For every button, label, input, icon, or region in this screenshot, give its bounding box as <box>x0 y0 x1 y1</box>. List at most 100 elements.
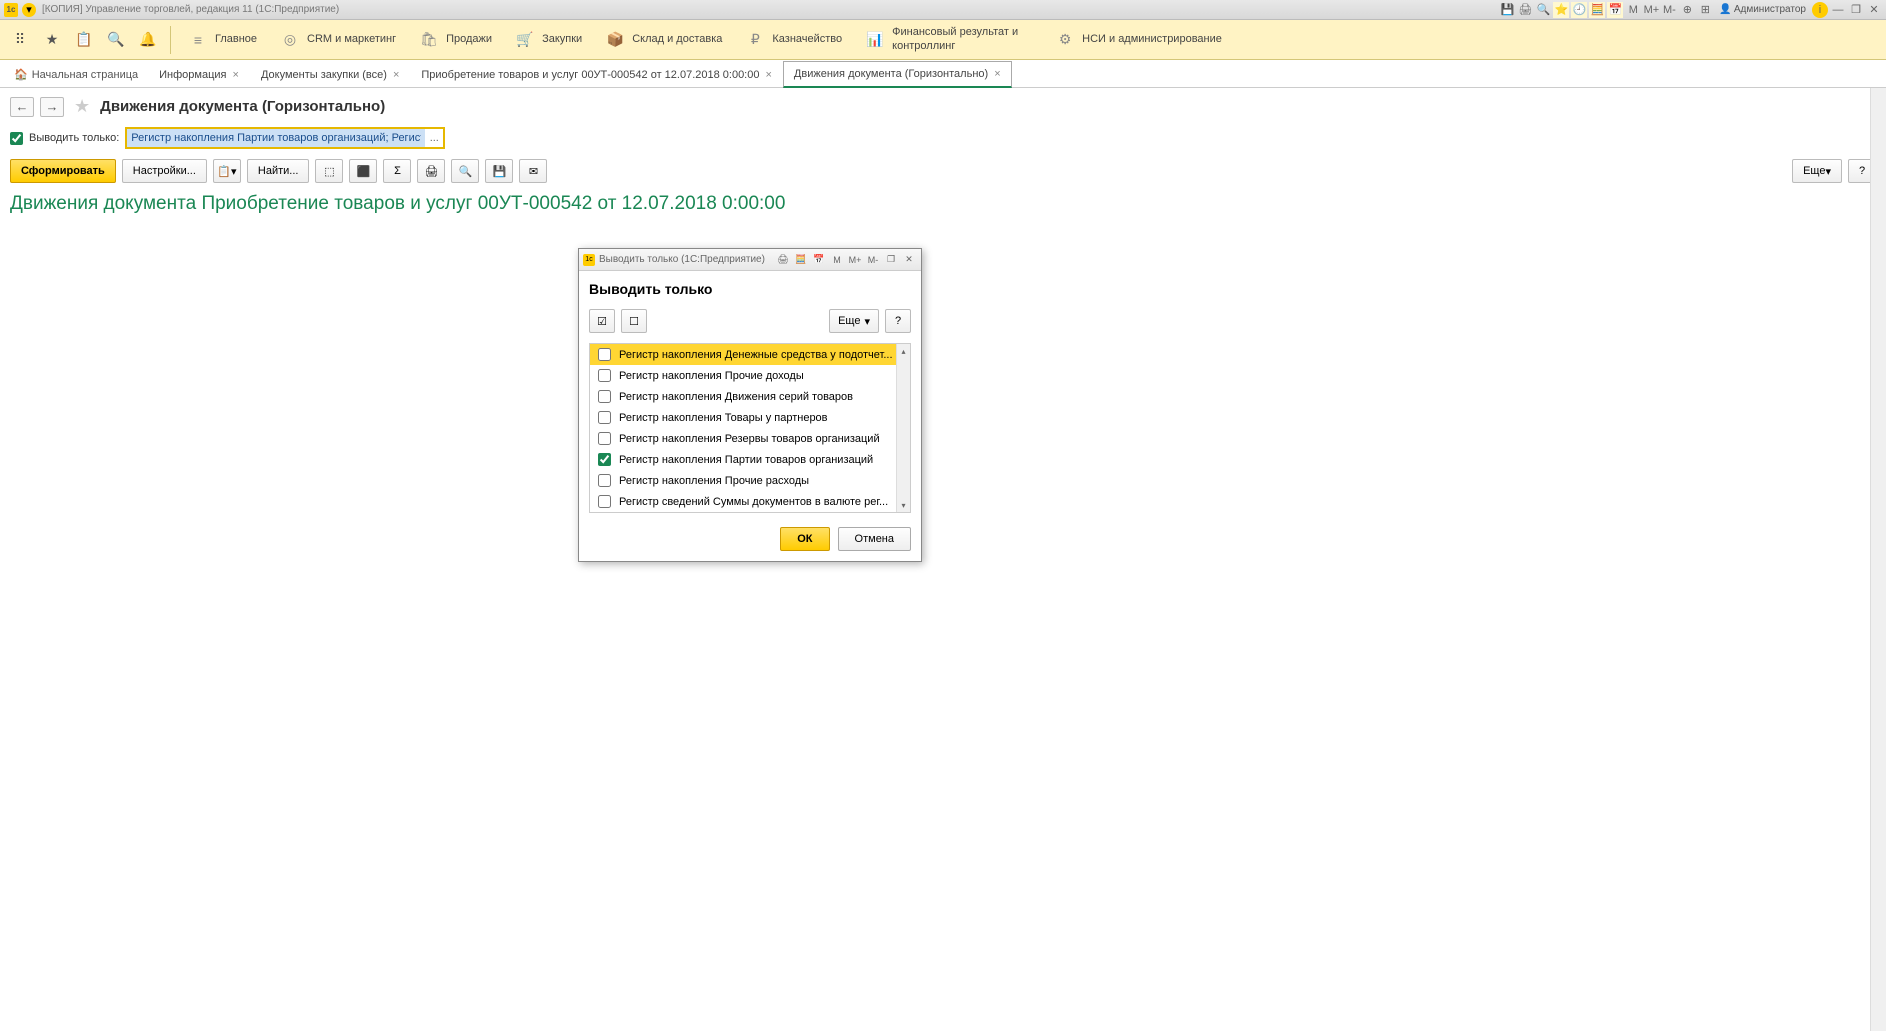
list-checkbox[interactable] <box>598 369 611 382</box>
list-item[interactable]: Регистр сведений Суммы документов в валю… <box>590 491 910 512</box>
list-item[interactable]: Регистр накопления Денежные средства у п… <box>590 344 910 365</box>
modal-m-plus-icon[interactable]: M+ <box>847 253 863 267</box>
close-icon[interactable]: × <box>393 69 399 81</box>
scrollbar-vertical[interactable] <box>1870 88 1886 1031</box>
close-window-icon[interactable]: ✕ <box>1866 2 1882 18</box>
list-checkbox[interactable] <box>598 411 611 424</box>
favorites-icon[interactable]: ⭐ <box>1553 2 1569 18</box>
modal-titlebar: 1c Выводить только (1С:Предприятие) 🖨 🧮 … <box>579 249 921 271</box>
tab-documents[interactable]: Документы закупки (все)× <box>250 62 410 87</box>
tab-bar: 🏠 Начальная страница Информация× Докумен… <box>0 60 1886 88</box>
list-item[interactable]: Регистр накопления Товары у партнеров <box>590 407 910 428</box>
section-main[interactable]: ≡Главное <box>177 20 269 59</box>
calendar-icon[interactable]: 📅 <box>1607 2 1623 18</box>
preview-button[interactable]: 🔍 <box>451 159 479 183</box>
section-warehouse[interactable]: 📦Склад и доставка <box>594 20 734 59</box>
output-only-checkbox[interactable] <box>10 132 23 145</box>
mail-button[interactable]: ✉ <box>519 159 547 183</box>
save-icon[interactable]: 💾 <box>1499 2 1515 18</box>
find-button[interactable]: Найти... <box>247 159 310 183</box>
search-icon[interactable]: 🔍 <box>104 28 128 52</box>
info-icon[interactable]: i <box>1812 2 1828 18</box>
list-item-label: Регистр накопления Резервы товаров орган… <box>619 433 880 445</box>
section-finance[interactable]: 📊Финансовый результат и контроллинг <box>854 20 1044 59</box>
list-item[interactable]: Регистр накопления Резервы товаров орган… <box>590 428 910 449</box>
tab-movements[interactable]: Движения документа (Горизонтально)× <box>783 61 1012 88</box>
settings-button[interactable]: Настройки... <box>122 159 207 183</box>
list-checkbox[interactable] <box>598 432 611 445</box>
list-item[interactable]: Регистр накопления Прочие расходы <box>590 470 910 491</box>
expand-button[interactable]: ⬚ <box>315 159 343 183</box>
modal-calc-icon[interactable]: 🧮 <box>793 253 809 267</box>
m-plus-icon[interactable]: M+ <box>1643 2 1659 18</box>
section-sales[interactable]: 🛍Продажи <box>408 20 504 59</box>
section-purchases[interactable]: 🛒Закупки <box>504 20 594 59</box>
ok-button[interactable]: ОК <box>780 527 829 551</box>
tab-info[interactable]: Информация× <box>148 62 250 87</box>
more-button[interactable]: Еще ▾ <box>1792 159 1842 183</box>
list-item[interactable]: Регистр накопления Прочие доходы <box>590 365 910 386</box>
gear-icon: ⚙ <box>1056 31 1074 49</box>
print-icon[interactable]: 🖨 <box>1517 2 1533 18</box>
list-item[interactable]: Регистр накопления Партии товаров органи… <box>590 449 910 470</box>
check-all-button[interactable]: ☑ <box>589 309 615 333</box>
modal-m-minus-icon[interactable]: M- <box>865 253 881 267</box>
restore-icon[interactable]: ❐ <box>1848 2 1864 18</box>
list-checkbox[interactable] <box>598 495 611 508</box>
filter-input-wrap: ... <box>125 127 445 149</box>
section-crm[interactable]: ◎CRM и маркетинг <box>269 20 408 59</box>
scroll-down-icon[interactable]: ▾ <box>897 498 910 512</box>
calculator-icon[interactable]: 🧮 <box>1589 2 1605 18</box>
collapse-button[interactable]: ⬛ <box>349 159 377 183</box>
close-icon[interactable]: × <box>765 69 771 81</box>
favorite-star-icon[interactable]: ★ <box>74 96 90 117</box>
grid-icon[interactable]: ⊞ <box>1697 2 1713 18</box>
list-checkbox[interactable] <box>598 474 611 487</box>
modal-dialog: 1c Выводить только (1С:Предприятие) 🖨 🧮 … <box>578 248 922 562</box>
tab-label: Приобретение товаров и услуг 00УТ-000542… <box>421 69 759 81</box>
list-item[interactable]: Регистр накопления Движения серий товаро… <box>590 386 910 407</box>
sum-button[interactable]: Σ <box>383 159 411 183</box>
list-scrollbar[interactable]: ▴▾ <box>896 344 910 512</box>
modal-more-button[interactable]: Еще ▾ <box>829 309 879 333</box>
modal-m-icon[interactable]: M <box>829 253 845 267</box>
filter-more-button[interactable]: ... <box>425 132 443 144</box>
print-button[interactable]: 🖨 <box>417 159 445 183</box>
close-icon[interactable]: × <box>994 68 1000 80</box>
app-menu-dropdown[interactable]: ▾ <box>22 3 36 17</box>
apps-icon[interactable]: ⠿ <box>8 28 32 52</box>
minimize-icon[interactable]: — <box>1830 2 1846 18</box>
list-item-label: Регистр накопления Товары у партнеров <box>619 412 828 424</box>
tab-acquisition[interactable]: Приобретение товаров и услуг 00УТ-000542… <box>410 62 783 87</box>
save-button[interactable]: 💾 <box>485 159 513 183</box>
modal-calendar-icon[interactable]: 📅 <box>811 253 827 267</box>
list-checkbox[interactable] <box>598 348 611 361</box>
nav-back-button[interactable]: ← <box>10 97 34 117</box>
history-icon[interactable]: 🕘 <box>1571 2 1587 18</box>
filter-input[interactable] <box>127 129 425 147</box>
cancel-button[interactable]: Отмена <box>838 527 911 551</box>
copy-button[interactable]: 📋▾ <box>213 159 241 183</box>
m-icon[interactable]: M <box>1625 2 1641 18</box>
clipboard-icon[interactable]: 📋 <box>72 28 96 52</box>
uncheck-all-button[interactable]: ☐ <box>621 309 647 333</box>
scroll-up-icon[interactable]: ▴ <box>897 344 910 358</box>
preview-icon[interactable]: 🔍 <box>1535 2 1551 18</box>
star-icon[interactable]: ★ <box>40 28 64 52</box>
modal-help-button[interactable]: ? <box>885 309 911 333</box>
modal-restore-icon[interactable]: ❐ <box>883 253 899 267</box>
section-treasury[interactable]: ₽Казначейство <box>734 20 854 59</box>
nav-forward-button[interactable]: → <box>40 97 64 117</box>
list-checkbox[interactable] <box>598 453 611 466</box>
m-minus-icon[interactable]: M- <box>1661 2 1677 18</box>
generate-button[interactable]: Сформировать <box>10 159 116 183</box>
user-label[interactable]: 👤 Администратор <box>1719 4 1806 15</box>
modal-print-icon[interactable]: 🖨 <box>775 253 791 267</box>
tab-home[interactable]: 🏠 Начальная страница <box>4 62 148 87</box>
section-admin[interactable]: ⚙НСИ и администрирование <box>1044 20 1234 59</box>
close-icon[interactable]: × <box>233 69 239 81</box>
list-checkbox[interactable] <box>598 390 611 403</box>
zoom-icon[interactable]: ⊕ <box>1679 2 1695 18</box>
bell-icon[interactable]: 🔔 <box>136 28 160 52</box>
modal-close-icon[interactable]: ✕ <box>901 253 917 267</box>
